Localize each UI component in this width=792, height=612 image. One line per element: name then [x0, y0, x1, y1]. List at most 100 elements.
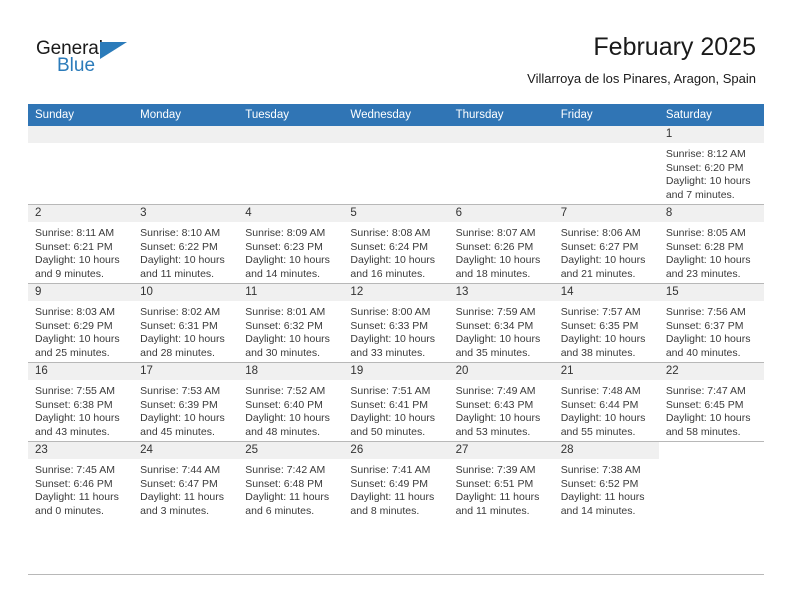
day-number: 9 [28, 284, 134, 301]
day-number: 10 [133, 284, 239, 301]
calendar-cell[interactable]: 7 Sunrise: 8:06 AM Sunset: 6:27 PM Daylight… [553, 204, 659, 284]
day-detail-line: and 11 minutes. [455, 504, 530, 517]
day-details: Sunrise: 7:42 AM Sunset: 6:48 PM Daylight:… [238, 459, 343, 518]
day-number [343, 126, 449, 143]
calendar-cell[interactable]: 25 Sunrise: 7:42 AM Sunset: 6:48 PM Dayligh… [238, 441, 344, 520]
day-detail-line: Sunrise: 7:49 AM [455, 385, 536, 397]
day-detail-line: Sunset: 6:49 PM [350, 477, 429, 490]
day-detail-line: and 25 minutes. [35, 346, 110, 359]
day-cell[interactable]: 20 Sunrise: 7:49 AM Sunset: 6:43 PM Dayligh… [448, 363, 554, 441]
day-cell[interactable]: 3 Sunrise: 8:10 AM Sunset: 6:22 PM Daylight… [133, 205, 239, 283]
calendar-cell[interactable]: 20 Sunrise: 7:49 AM Sunset: 6:43 PM Dayligh… [448, 362, 554, 442]
day-number: 27 [448, 442, 554, 459]
calendar-cell[interactable] [343, 126, 449, 205]
weekday-header-tuesday: Tuesday [238, 104, 344, 126]
day-cell[interactable]: 14 Sunrise: 7:57 AM Sunset: 6:35 PM Dayligh… [553, 284, 659, 362]
day-detail-line: Sunset: 6:23 PM [245, 240, 323, 253]
day-cell[interactable]: 28 Sunrise: 7:38 AM Sunset: 6:52 PM Dayligh… [553, 442, 659, 520]
day-detail-line: Sunrise: 8:00 AM [350, 306, 431, 318]
calendar-cell[interactable]: 4 Sunrise: 8:09 AM Sunset: 6:23 PM Daylight… [238, 204, 344, 284]
day-detail-line: Daylight: 11 hours [350, 491, 435, 504]
calendar-cell[interactable]: 16 Sunrise: 7:55 AM Sunset: 6:38 PM Dayligh… [28, 362, 134, 442]
day-cell[interactable]: 4 Sunrise: 8:09 AM Sunset: 6:23 PM Daylight… [238, 205, 344, 283]
day-detail-line: Daylight: 10 hours [455, 254, 541, 267]
day-cell[interactable]: 5 Sunrise: 8:08 AM Sunset: 6:24 PM Daylight… [343, 205, 449, 283]
day-cell[interactable]: 18 Sunrise: 7:52 AM Sunset: 6:40 PM Dayligh… [238, 363, 344, 441]
calendar-cell[interactable]: 18 Sunrise: 7:52 AM Sunset: 6:40 PM Dayligh… [238, 362, 344, 442]
calendar-cell[interactable]: 3 Sunrise: 8:10 AM Sunset: 6:22 PM Daylight… [133, 204, 239, 284]
day-detail-line: Daylight: 11 hours [245, 491, 330, 504]
calendar-cell[interactable]: 24 Sunrise: 7:44 AM Sunset: 6:47 PM Dayligh… [133, 441, 239, 520]
calendar-cell[interactable]: 13 Sunrise: 7:59 AM Sunset: 6:34 PM Dayligh… [448, 283, 554, 363]
calendar-cell[interactable] [448, 126, 554, 205]
day-number: 23 [28, 442, 134, 459]
day-detail-line: Sunset: 6:31 PM [140, 319, 218, 332]
day-cell[interactable]: 22 Sunrise: 7:47 AM Sunset: 6:45 PM Dayligh… [658, 363, 764, 441]
calendar-cell[interactable] [238, 126, 344, 205]
calendar-cell[interactable] [133, 126, 239, 205]
day-details: Sunrise: 8:01 AM Sunset: 6:32 PM Daylight:… [238, 301, 343, 360]
day-cell[interactable]: 19 Sunrise: 7:51 AM Sunset: 6:41 PM Dayligh… [343, 363, 449, 441]
day-details: Sunrise: 7:44 AM Sunset: 6:47 PM Daylight:… [133, 459, 238, 518]
day-detail-line: and 53 minutes. [455, 425, 531, 438]
day-cell[interactable]: 13 Sunrise: 7:59 AM Sunset: 6:34 PM Dayligh… [448, 284, 554, 362]
day-cell[interactable]: 16 Sunrise: 7:55 AM Sunset: 6:38 PM Dayligh… [28, 363, 134, 441]
weekday-header-monday: Monday [133, 104, 239, 126]
day-detail-line: Sunset: 6:51 PM [455, 477, 534, 490]
calendar-cell[interactable]: 27 Sunrise: 7:39 AM Sunset: 6:51 PM Dayligh… [448, 441, 554, 520]
day-number: 21 [553, 363, 659, 380]
day-cell[interactable]: 7 Sunrise: 8:06 AM Sunset: 6:27 PM Daylight… [553, 205, 659, 283]
calendar-cell[interactable]: 2 Sunrise: 8:11 AM Sunset: 6:21 PM Daylight… [28, 204, 134, 284]
calendar-cell[interactable]: 12 Sunrise: 8:00 AM Sunset: 6:33 PM Dayligh… [343, 283, 449, 363]
day-number: 15 [658, 284, 764, 301]
calendar-cell[interactable] [553, 126, 659, 205]
day-cell[interactable]: 26 Sunrise: 7:41 AM Sunset: 6:49 PM Dayligh… [343, 442, 449, 520]
general-blue-logo[interactable]: General Blue [36, 39, 156, 85]
day-cell[interactable]: 10 Sunrise: 8:02 AM Sunset: 6:31 PM Dayligh… [133, 284, 239, 362]
day-cell[interactable]: 8 Sunrise: 8:05 AM Sunset: 6:28 PM Daylight… [658, 205, 764, 283]
day-detail-line: Sunrise: 7:57 AM [560, 306, 641, 318]
calendar-cell[interactable]: 17 Sunrise: 7:53 AM Sunset: 6:39 PM Dayligh… [133, 362, 239, 442]
calendar-cell[interactable]: 15 Sunrise: 7:56 AM Sunset: 6:37 PM Dayligh… [658, 283, 764, 363]
day-detail-line: Sunrise: 7:53 AM [140, 385, 221, 397]
day-detail-line: and 9 minutes. [35, 267, 104, 280]
day-cell[interactable]: 12 Sunrise: 8:00 AM Sunset: 6:33 PM Dayligh… [343, 284, 449, 362]
calendar-cell[interactable]: 1 Sunrise: 8:12 AM Sunset: 6:20 PM Daylight… [658, 126, 764, 205]
calendar-cell[interactable]: 19 Sunrise: 7:51 AM Sunset: 6:41 PM Dayligh… [343, 362, 449, 442]
day-cell[interactable]: 11 Sunrise: 8:01 AM Sunset: 6:32 PM Dayligh… [238, 284, 344, 362]
day-cell[interactable]: 2 Sunrise: 8:11 AM Sunset: 6:21 PM Daylight… [28, 205, 134, 283]
calendar-cell[interactable]: 10 Sunrise: 8:02 AM Sunset: 6:31 PM Dayligh… [133, 283, 239, 363]
day-detail-line: Daylight: 10 hours [560, 254, 646, 267]
calendar-cell[interactable]: 23 Sunrise: 7:45 AM Sunset: 6:46 PM Dayligh… [28, 441, 134, 520]
day-cell[interactable]: 15 Sunrise: 7:56 AM Sunset: 6:37 PM Dayligh… [658, 284, 764, 362]
calendar-cell[interactable]: 5 Sunrise: 8:08 AM Sunset: 6:24 PM Daylight… [343, 204, 449, 284]
day-details: Sunrise: 7:51 AM Sunset: 6:41 PM Daylight:… [343, 380, 448, 439]
calendar-cell[interactable]: 22 Sunrise: 7:47 AM Sunset: 6:45 PM Dayligh… [658, 362, 764, 442]
calendar-cell[interactable]: 11 Sunrise: 8:01 AM Sunset: 6:32 PM Dayligh… [238, 283, 344, 363]
calendar-cell[interactable]: 28 Sunrise: 7:38 AM Sunset: 6:52 PM Dayligh… [553, 441, 659, 520]
day-cell[interactable]: 6 Sunrise: 8:07 AM Sunset: 6:26 PM Daylight… [448, 205, 554, 283]
calendar-cell[interactable]: 21 Sunrise: 7:48 AM Sunset: 6:44 PM Dayligh… [553, 362, 659, 442]
day-cell[interactable]: 17 Sunrise: 7:53 AM Sunset: 6:39 PM Dayligh… [133, 363, 239, 441]
calendar-cell[interactable]: 8 Sunrise: 8:05 AM Sunset: 6:28 PM Daylight… [658, 204, 764, 284]
calendar-cell[interactable]: 26 Sunrise: 7:41 AM Sunset: 6:49 PM Dayligh… [343, 441, 449, 520]
day-cell[interactable]: 23 Sunrise: 7:45 AM Sunset: 6:46 PM Dayligh… [28, 442, 134, 520]
day-cell[interactable]: 1 Sunrise: 8:12 AM Sunset: 6:20 PM Daylight… [658, 126, 764, 204]
day-number: 20 [448, 363, 554, 380]
calendar-cell[interactable]: 14 Sunrise: 7:57 AM Sunset: 6:35 PM Dayligh… [553, 283, 659, 363]
day-detail-line: Sunset: 6:43 PM [455, 398, 534, 411]
calendar-cell[interactable] [28, 126, 134, 205]
calendar-body: 1 Sunrise: 8:12 AM Sunset: 6:20 PM Daylight… [28, 126, 764, 520]
day-cell[interactable]: 21 Sunrise: 7:48 AM Sunset: 6:44 PM Dayligh… [553, 363, 659, 441]
day-cell[interactable]: 24 Sunrise: 7:44 AM Sunset: 6:47 PM Dayligh… [133, 442, 239, 520]
day-details: Sunrise: 7:49 AM Sunset: 6:43 PM Daylight:… [449, 380, 554, 439]
calendar-cell[interactable]: 6 Sunrise: 8:07 AM Sunset: 6:26 PM Daylight… [448, 204, 554, 284]
calendar-cell[interactable]: 9 Sunrise: 8:03 AM Sunset: 6:29 PM Daylight… [28, 283, 134, 363]
day-cell[interactable]: 9 Sunrise: 8:03 AM Sunset: 6:29 PM Daylight… [28, 284, 134, 362]
day-details: Sunrise: 8:00 AM Sunset: 6:33 PM Daylight:… [343, 301, 448, 360]
day-detail-line: Sunset: 6:34 PM [455, 319, 534, 332]
day-cell[interactable]: 25 Sunrise: 7:42 AM Sunset: 6:48 PM Dayligh… [238, 442, 344, 520]
calendar-cell[interactable] [658, 441, 764, 520]
day-cell[interactable]: 27 Sunrise: 7:39 AM Sunset: 6:51 PM Dayligh… [448, 442, 554, 520]
weekday-header-saturday: Saturday [658, 104, 764, 126]
